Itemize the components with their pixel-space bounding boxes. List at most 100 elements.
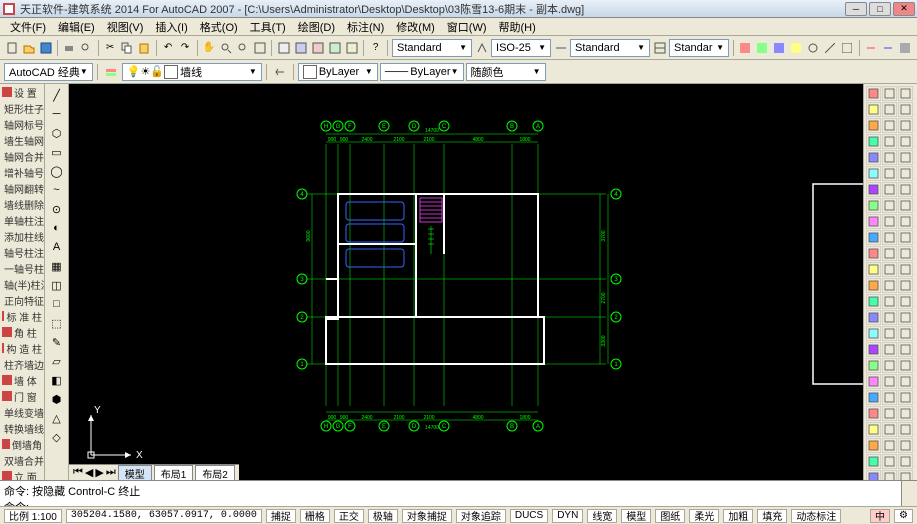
mod-tool-54[interactable]	[866, 374, 881, 389]
mod-tool-64[interactable]	[882, 422, 897, 437]
tch-item-9[interactable]: 添加柱线	[0, 228, 44, 244]
mod-tool-49[interactable]	[882, 342, 897, 357]
menu-draw[interactable]: 绘图(D)	[292, 19, 341, 35]
draw-tool-18[interactable]: ◇	[47, 428, 67, 446]
draw-tool-12[interactable]: ⬚	[47, 314, 67, 332]
mod-tool-60[interactable]	[866, 406, 881, 421]
mod-tool-7[interactable]	[882, 118, 897, 133]
mod-tool-48[interactable]	[866, 342, 881, 357]
otrack-cell[interactable]: 对象追踪	[456, 509, 506, 523]
mod-tool-4[interactable]	[882, 102, 897, 117]
mod-tool-70[interactable]	[882, 454, 897, 469]
osnap-cell[interactable]: 对象捕捉	[402, 509, 452, 523]
zoom-button[interactable]	[218, 39, 233, 57]
tch-item-22[interactable]: 倒墙角	[0, 436, 44, 452]
preview-button[interactable]	[79, 39, 94, 57]
grid-cell[interactable]: 栅格	[300, 509, 330, 523]
layer-prop-button[interactable]	[102, 63, 120, 81]
tab-layout2[interactable]: 布局2	[195, 465, 235, 481]
draw-tool-0[interactable]: ╱	[47, 86, 67, 104]
tab-nav-next-icon[interactable]: ▶	[95, 466, 103, 479]
ts-cell[interactable]: 柔光	[689, 509, 719, 523]
mod-tool-15[interactable]	[866, 166, 881, 181]
mod-tool-59[interactable]	[898, 390, 913, 405]
x1-button[interactable]	[738, 39, 753, 57]
tab-nav-first-icon[interactable]: ⏮	[73, 466, 83, 479]
ssm-button[interactable]	[327, 39, 342, 57]
tray-icon[interactable]: ⚙	[894, 509, 913, 523]
mod-tool-35[interactable]	[898, 262, 913, 277]
tch-item-13[interactable]: 正向特征	[0, 292, 44, 308]
mod-tool-6[interactable]	[866, 118, 881, 133]
mod-tool-0[interactable]	[866, 86, 881, 101]
tch-item-18[interactable]: 墙 体	[0, 372, 44, 388]
tch-item-6[interactable]: 轴网翻转	[0, 180, 44, 196]
draw-tool-9[interactable]: ▦	[47, 257, 67, 275]
zoom-prev-button[interactable]	[235, 39, 250, 57]
prop-button[interactable]	[276, 39, 291, 57]
zoom-win-button[interactable]	[252, 39, 267, 57]
draw-tool-14[interactable]: ▱	[47, 352, 67, 370]
menu-insert[interactable]: 插入(I)	[149, 19, 193, 35]
mod-tool-1[interactable]	[882, 86, 897, 101]
mod-tool-40[interactable]	[882, 294, 897, 309]
draw-tool-4[interactable]: ◯	[47, 162, 67, 180]
style-btn[interactable]	[474, 39, 489, 57]
menu-tools[interactable]: 工具(T)	[244, 19, 292, 35]
draw-tool-15[interactable]: ◧	[47, 371, 67, 389]
draw-tool-8[interactable]: A	[47, 238, 67, 256]
tch-item-4[interactable]: 轴网合并	[0, 148, 44, 164]
mod-tool-13[interactable]	[882, 150, 897, 165]
mod-tool-24[interactable]	[866, 214, 881, 229]
mod-tool-29[interactable]	[898, 230, 913, 245]
draw-tool-1[interactable]: ─	[47, 105, 67, 123]
draw-tool-16[interactable]: ⬢	[47, 390, 67, 408]
mod-tool-36[interactable]	[866, 278, 881, 293]
maximize-button[interactable]: □	[869, 2, 891, 16]
cmd-scrollbar[interactable]	[901, 481, 917, 506]
mod-tool-34[interactable]	[882, 262, 897, 277]
mod-tool-16[interactable]	[882, 166, 897, 181]
tp-button[interactable]	[310, 39, 325, 57]
tch-item-11[interactable]: 一轴号柱	[0, 260, 44, 276]
mod-tool-65[interactable]	[898, 422, 913, 437]
tch-item-21[interactable]: 转换墙线	[0, 420, 44, 436]
layer-combo[interactable]: 💡 ☀ 🔓 墙线 ▼	[122, 63, 262, 81]
mod-tool-5[interactable]	[898, 102, 913, 117]
layer-prev-button[interactable]	[271, 63, 289, 81]
draw-tool-3[interactable]: ▭	[47, 143, 67, 161]
menu-modify[interactable]: 修改(M)	[390, 19, 441, 35]
ducs-cell[interactable]: DUCS	[510, 509, 548, 523]
menu-dim[interactable]: 标注(N)	[341, 19, 390, 35]
x10-button[interactable]	[898, 39, 913, 57]
pan-button[interactable]: ✋	[201, 39, 216, 57]
x8-button[interactable]	[864, 39, 879, 57]
tch-item-5[interactable]: 增补轴号	[0, 164, 44, 180]
menu-help[interactable]: 帮助(H)	[493, 19, 542, 35]
mod-tool-66[interactable]	[866, 438, 881, 453]
mls-combo[interactable]: Standar▼	[669, 39, 729, 57]
draw-tool-10[interactable]: ◫	[47, 276, 67, 294]
copy-button[interactable]	[120, 39, 135, 57]
new-button[interactable]	[4, 39, 19, 57]
mod-tool-62[interactable]	[898, 406, 913, 421]
mod-tool-8[interactable]	[898, 118, 913, 133]
mod-tool-67[interactable]	[882, 438, 897, 453]
mod-tool-19[interactable]	[882, 182, 897, 197]
menu-edit[interactable]: 编辑(E)	[52, 19, 101, 35]
mod-tool-12[interactable]	[866, 150, 881, 165]
draw-tool-5[interactable]: ~	[47, 181, 67, 199]
minimize-button[interactable]: ─	[845, 2, 867, 16]
x2-button[interactable]	[755, 39, 770, 57]
mod-tool-10[interactable]	[882, 134, 897, 149]
x9-button[interactable]	[881, 39, 896, 57]
color-combo[interactable]: ByLayer▼	[298, 63, 378, 81]
mod-tool-68[interactable]	[898, 438, 913, 453]
mod-tool-31[interactable]	[882, 246, 897, 261]
x7-button[interactable]	[840, 39, 855, 57]
draw-tool-11[interactable]: □	[47, 295, 67, 313]
mod-tool-22[interactable]	[882, 198, 897, 213]
x4-button[interactable]	[789, 39, 804, 57]
tch-item-19[interactable]: 门 窗	[0, 388, 44, 404]
tch-item-10[interactable]: 轴号柱注	[0, 244, 44, 260]
